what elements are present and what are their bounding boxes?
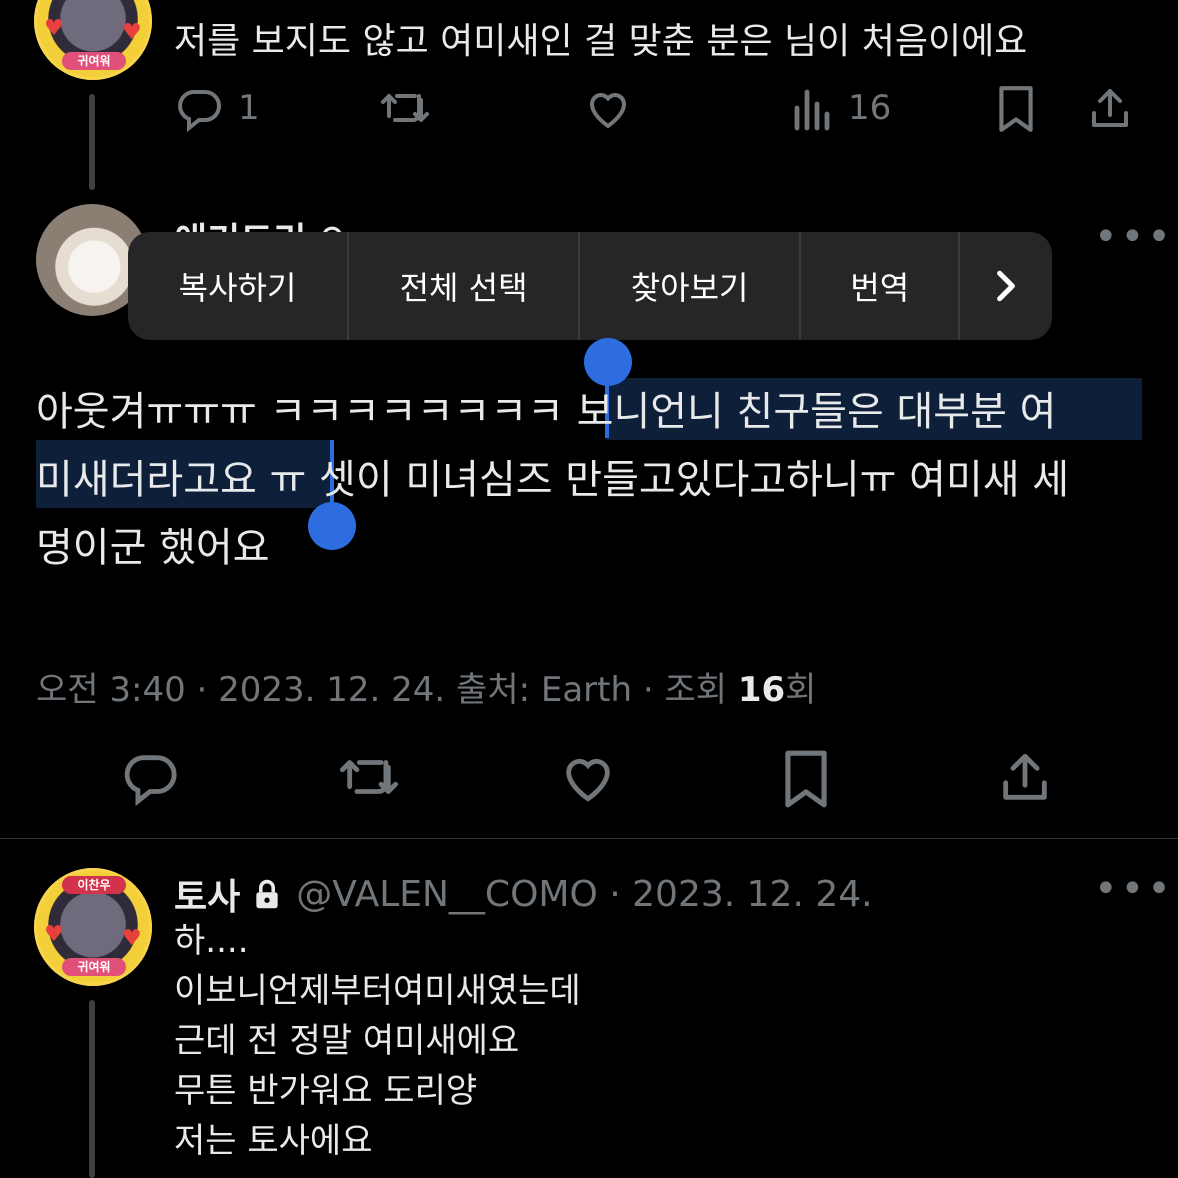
share-icon [1003,753,1047,800]
bookmark-button[interactable] [994,84,1038,134]
avatar-band-text: 귀여워 [62,958,126,976]
like-icon [566,758,610,802]
reply-handle-date[interactable]: @VALEN__COMO · 2023. 12. 24. [296,874,872,915]
views-button[interactable]: 16 [788,84,891,132]
avatar-band-text: 귀여워 [62,52,126,70]
retweet-button[interactable] [378,84,432,132]
menu-look-up[interactable]: 찾아보기 [580,232,802,340]
retweet-icon [381,94,429,122]
retweet-button[interactable] [336,748,402,806]
main-tweet-actions [0,744,1178,814]
reply-count: 1 [238,88,260,128]
top-tweet-text: 저를 보지도 않고 여미새인 걸 맞춘 분은 님이 처음이에요 [174,21,1028,62]
heart-icon: ♥ [122,20,142,45]
reply-button[interactable]: 1 [174,84,260,132]
tweet-text-after: 셋이 미녀심즈 만들고있다고하니ㅠ 여미새 세 [306,457,1070,503]
tweet-text-selected: 보니언니 친구들은 대부분 여 [576,389,1057,435]
bookmark-icon [785,750,827,808]
divider [0,838,1178,839]
tweet-view-suffix: 회 [785,670,817,710]
more-button[interactable]: ••• [1094,214,1174,260]
like-button[interactable] [558,748,618,806]
context-menu: 복사하기 전체 선택 찾아보기 번역 [128,232,1052,340]
tweet-text-line-1: 아웃겨ㅠㅠㅠ ㅋㅋㅋㅋㅋㅋㅋㅋ 보니언니 친구들은 대부분 여 [36,378,1056,446]
menu-more-chevron[interactable] [960,232,1052,340]
tweet-view-count: 16 [737,670,786,710]
menu-copy[interactable]: 복사하기 [128,232,350,340]
like-button[interactable] [582,84,634,132]
avatar-badge-text: 이찬우 [62,876,126,894]
top-tweet-actions: 1 16 [174,80,1138,136]
avatar-top[interactable]: ♥ ♥ 귀여워 [34,0,152,80]
author-name-partial[interactable]: 애기도리 ♀ [174,212,345,232]
reply-icon [124,755,177,806]
thread-line [89,1000,95,1178]
chevron-right-icon [997,270,1016,302]
reply-line: 근데 전 정말 여미새에요 [174,1021,520,1061]
tweet-meta: 오전 3:40 · 2023. 12. 24. 출처: Earth · 조회 1… [36,662,816,711]
bookmark-button[interactable] [780,748,832,810]
share-button[interactable] [996,748,1054,808]
more-button[interactable]: ••• [1094,866,1174,912]
thread-line [89,94,95,190]
tweet-text-after: 명이군 했어요 [36,525,270,571]
like-icon [589,93,627,129]
bookmark-icon [999,86,1033,132]
share-icon [1092,89,1128,127]
menu-select-all[interactable]: 전체 선택 [349,232,581,340]
reply-line: 저는 토사에요 [174,1121,373,1161]
more-icon: ••• [1094,214,1174,260]
tweet-text-selected: 미새더라고요 ㅠ [36,457,307,503]
tweet-text-line-3: 명이군 했어요 [36,514,270,582]
lock-icon [256,879,278,909]
reply-header: 토사 @VALEN__COMO · 2023. 12. 24. [174,868,873,920]
heart-icon: ♥ [122,926,142,951]
share-button[interactable] [1086,84,1134,134]
tweet-text-before: 아웃겨ㅠㅠㅠ ㅋㅋㅋㅋㅋㅋㅋㅋ [36,389,577,435]
views-icon [794,89,830,131]
tweet-timestamp: 오전 3:40 · 2023. 12. 24. 출처: Earth · 조회 [36,670,738,710]
more-icon: ••• [1094,866,1174,912]
views-count: 16 [848,88,892,128]
reply-text: 하.... 이보니언제부터여미새였는데 근데 전 정말 여미새에요 무튼 반가워… [174,916,581,1166]
avatar-reply[interactable]: 이찬우 ♥ ♥ 귀여워 [34,868,152,986]
reply-line: 무튼 반가워요 도리양 [174,1071,478,1111]
reply-line: 이보니언제부터여미새였는데 [174,971,581,1011]
reply-author-name[interactable]: 토사 [174,868,240,920]
heart-icon: ♥ [44,922,64,947]
reply-line: 하.... [174,921,249,961]
heart-icon: ♥ [44,16,64,41]
reply-icon [178,90,221,132]
reply-button[interactable] [120,748,180,806]
menu-translate[interactable]: 번역 [801,232,961,340]
retweet-icon [339,760,398,794]
tweet-text-line-2: 미새더라고요 ㅠ 셋이 미녀심즈 만들고있다고하니ㅠ 여미새 세 [36,446,1069,514]
